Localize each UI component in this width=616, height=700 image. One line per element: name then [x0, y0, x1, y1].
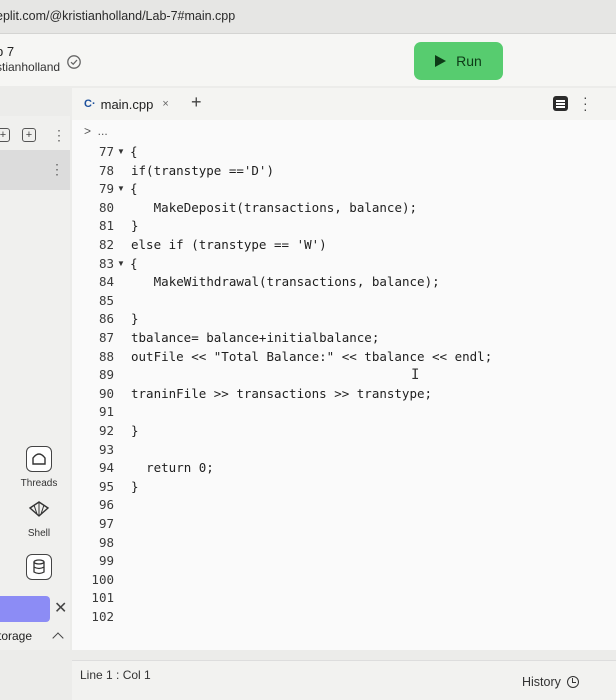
line-number: 97: [98, 516, 114, 531]
files-more-icon[interactable]: ⋮: [50, 162, 64, 176]
tab-close-icon[interactable]: ×: [162, 98, 168, 110]
line-number: 102: [91, 609, 114, 624]
code-line[interactable]: {: [130, 144, 138, 159]
line-number: 84: [98, 274, 114, 290]
line-number: 94: [98, 460, 114, 476]
line-number: 81: [98, 218, 114, 234]
history-icon: [566, 676, 579, 688]
fold-arrow-icon[interactable]: ▼: [117, 259, 125, 268]
code-line[interactable]: tbalance= balance+initialbalance;: [131, 330, 379, 345]
code-line[interactable]: else if (transtype == 'W'): [131, 237, 327, 252]
storage-label[interactable]: torage: [0, 629, 32, 643]
tab-label: main.cpp: [100, 96, 154, 112]
code-line[interactable]: if(transtype =='D'): [131, 163, 274, 178]
code-line[interactable]: MakeDeposit(transactions, balance);: [154, 200, 417, 215]
code-line[interactable]: {: [130, 256, 138, 271]
editor-menu-icon[interactable]: · · ·: [583, 90, 588, 116]
add-tab-button[interactable]: +: [191, 92, 202, 113]
line-number: 101: [91, 590, 114, 606]
code-line[interactable]: }: [131, 479, 139, 494]
shell-tool[interactable]: Shell: [18, 496, 60, 539]
files-menu-icon[interactable]: ⋮: [52, 128, 66, 142]
code-line[interactable]: return 0;: [146, 460, 214, 475]
line-number: 90: [98, 385, 114, 401]
threads-icon: [26, 446, 52, 472]
repl-header: [0, 34, 616, 86]
cursor-position[interactable]: Line 1 : Col 1: [80, 668, 151, 682]
line-number: 88: [98, 348, 114, 364]
line-number: 93: [98, 441, 114, 457]
line-number: 83: [98, 255, 114, 271]
url-text[interactable]: eplit.com/@kristianholland/Lab-7#main.cp…: [0, 9, 235, 23]
new-file-icon[interactable]: +: [0, 128, 10, 142]
code-line[interactable]: MakeWithdrawal(transactions, balance);: [154, 274, 440, 289]
line-number: 91: [98, 404, 114, 420]
code-line[interactable]: }: [131, 218, 139, 233]
format-code-icon[interactable]: [553, 96, 568, 111]
database-icon: [26, 554, 52, 580]
code-line[interactable]: traninFile >> transactions >> transtype;: [131, 386, 432, 401]
line-number: 89: [98, 367, 114, 383]
line-number: 87: [98, 330, 114, 345]
fold-arrow-icon[interactable]: ▼: [117, 184, 125, 193]
line-number: 86: [98, 311, 114, 327]
code-line[interactable]: outFile << "Total Balance:" << tbalance …: [131, 349, 492, 364]
line-number: 98: [98, 534, 114, 550]
run-button-label: Run: [456, 53, 482, 69]
active-panel-tab[interactable]: [0, 596, 50, 622]
line-number: 78: [98, 162, 114, 178]
close-panel-icon[interactable]: ✕: [54, 598, 67, 618]
code-line[interactable]: }: [131, 311, 139, 326]
tab-main-cpp[interactable]: C· main.cpp ×: [84, 92, 169, 116]
history-button[interactable]: History: [522, 675, 579, 689]
line-number: 96: [98, 497, 114, 513]
line-number: 95: [98, 478, 114, 494]
repl-title[interactable]: b 7: [0, 44, 14, 59]
history-label: History: [522, 675, 561, 689]
threads-tool[interactable]: Threads: [18, 446, 60, 489]
shell-icon: [26, 496, 52, 522]
browser-url-bar[interactable]: eplit.com/@kristianholland/Lab-7#main.cp…: [0, 0, 616, 34]
line-number: 77: [98, 144, 114, 159]
repl-owner[interactable]: stianholland: [0, 60, 60, 74]
verified-badge-icon: [67, 55, 81, 69]
cpp-file-icon: C·: [84, 98, 96, 110]
shell-label: Shell: [27, 528, 51, 539]
run-button[interactable]: Run: [414, 42, 503, 80]
line-number: 100: [91, 571, 114, 587]
line-number: 80: [98, 199, 114, 215]
database-tool[interactable]: [18, 554, 60, 580]
threads-label: Threads: [20, 478, 58, 489]
line-number: 99: [98, 553, 114, 569]
text-cursor-icon: I: [411, 367, 420, 383]
fold-arrow-icon[interactable]: ▼: [117, 147, 125, 156]
line-number: 79: [98, 181, 114, 197]
code-line[interactable]: {: [130, 181, 138, 196]
new-folder-icon[interactable]: +: [22, 128, 36, 142]
line-number: 92: [98, 423, 114, 438]
line-number: 85: [98, 292, 114, 308]
breadcrumb[interactable]: > ...: [84, 124, 108, 138]
code-line[interactable]: }: [131, 423, 139, 438]
play-icon: [435, 55, 447, 67]
line-number: 82: [98, 237, 114, 252]
